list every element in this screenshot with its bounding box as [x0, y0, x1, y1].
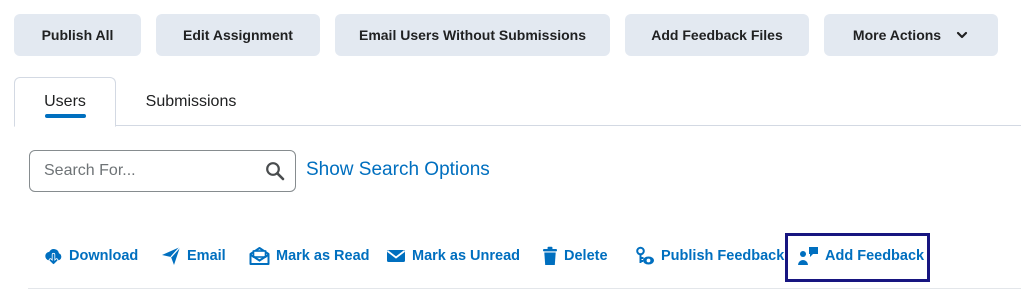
email-action[interactable]: Email: [161, 242, 226, 270]
chevron-down-icon: [955, 28, 969, 42]
divider: [28, 288, 1021, 289]
more-actions-button[interactable]: More Actions: [824, 14, 998, 56]
email-users-without-submissions-button[interactable]: Email Users Without Submissions: [335, 14, 610, 56]
trash-icon: [543, 246, 557, 265]
selection-highlight: [785, 233, 930, 282]
publish-feedback-label: Publish Feedback: [661, 248, 785, 264]
download-icon: [45, 248, 62, 266]
search-icon[interactable]: [265, 161, 285, 181]
tab-users[interactable]: Users: [14, 77, 116, 127]
delete-label: Delete: [564, 248, 608, 264]
mark-as-unread-action[interactable]: Mark as Unread: [386, 242, 520, 270]
search-box: [29, 150, 296, 192]
tab-users-label: Users: [44, 93, 86, 110]
send-icon: [162, 246, 181, 265]
mail-icon: [386, 250, 406, 262]
mark-as-read-label: Mark as Read: [276, 248, 370, 264]
mail-open-icon: [249, 247, 270, 265]
delete-action[interactable]: Delete: [542, 242, 608, 270]
email-label: Email: [187, 248, 226, 264]
download-action[interactable]: Download: [44, 242, 138, 270]
search-input[interactable]: [44, 151, 254, 191]
tab-submissions[interactable]: Submissions: [134, 77, 248, 126]
mark-as-read-action[interactable]: Mark as Read: [249, 242, 370, 270]
edit-assignment-button[interactable]: Edit Assignment: [156, 14, 320, 56]
tab-bar: Users Submissions: [14, 77, 1021, 127]
tab-submissions-label: Submissions: [145, 92, 237, 110]
publish-feedback-action[interactable]: Publish Feedback: [635, 242, 784, 270]
download-label: Download: [69, 248, 139, 264]
mark-as-unread-label: Mark as Unread: [412, 248, 520, 264]
show-search-options-link[interactable]: Show Search Options: [306, 159, 490, 181]
add-feedback-files-button[interactable]: Add Feedback Files: [625, 14, 809, 56]
more-actions-label: More Actions: [852, 27, 942, 43]
publish-all-button[interactable]: Publish All: [14, 14, 141, 56]
active-tab-indicator: [45, 114, 86, 118]
publish-feedback-icon: [636, 246, 654, 265]
